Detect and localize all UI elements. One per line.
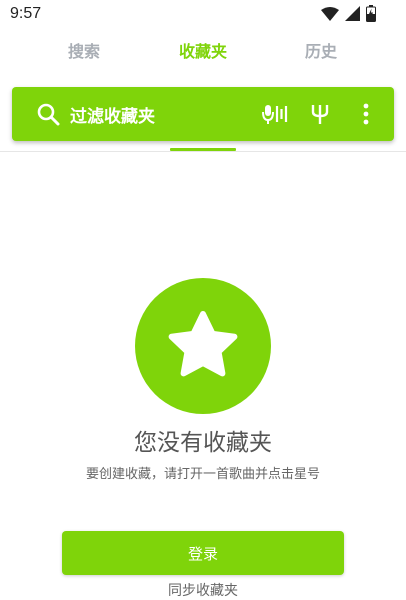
status-time: 9:57 (10, 5, 42, 22)
more-vert-icon[interactable] (353, 101, 379, 127)
filter-favorites-input[interactable]: 过滤收藏夹 (70, 102, 155, 127)
filter-toolbar: 过滤收藏夹 (12, 87, 394, 141)
tuning-fork-icon[interactable] (307, 101, 333, 127)
tab-favorites[interactable]: 收藏夹 (179, 38, 227, 62)
status-bar: 9:57 (0, 0, 406, 30)
mic-equalizer-icon[interactable] (262, 101, 288, 127)
tab-bar: 搜索 收藏夹 历史 (0, 38, 406, 70)
tab-history[interactable]: 历史 (305, 38, 337, 62)
divider (0, 151, 406, 152)
login-button[interactable]: 登录 (62, 531, 344, 575)
battery-charging-icon (366, 4, 376, 26)
empty-state-title: 您没有收藏夹 (134, 430, 272, 456)
tab-search[interactable]: 搜索 (68, 38, 100, 62)
sync-favorites-text: 同步收藏夹 (168, 583, 238, 599)
empty-state-subtitle: 要创建收藏，请打开一首歌曲并点击星号 (85, 467, 320, 482)
status-icons (321, 4, 376, 26)
wifi-icon (321, 6, 339, 25)
search-icon[interactable] (36, 102, 60, 126)
star-icon (135, 278, 271, 414)
cellular-icon (345, 5, 360, 25)
